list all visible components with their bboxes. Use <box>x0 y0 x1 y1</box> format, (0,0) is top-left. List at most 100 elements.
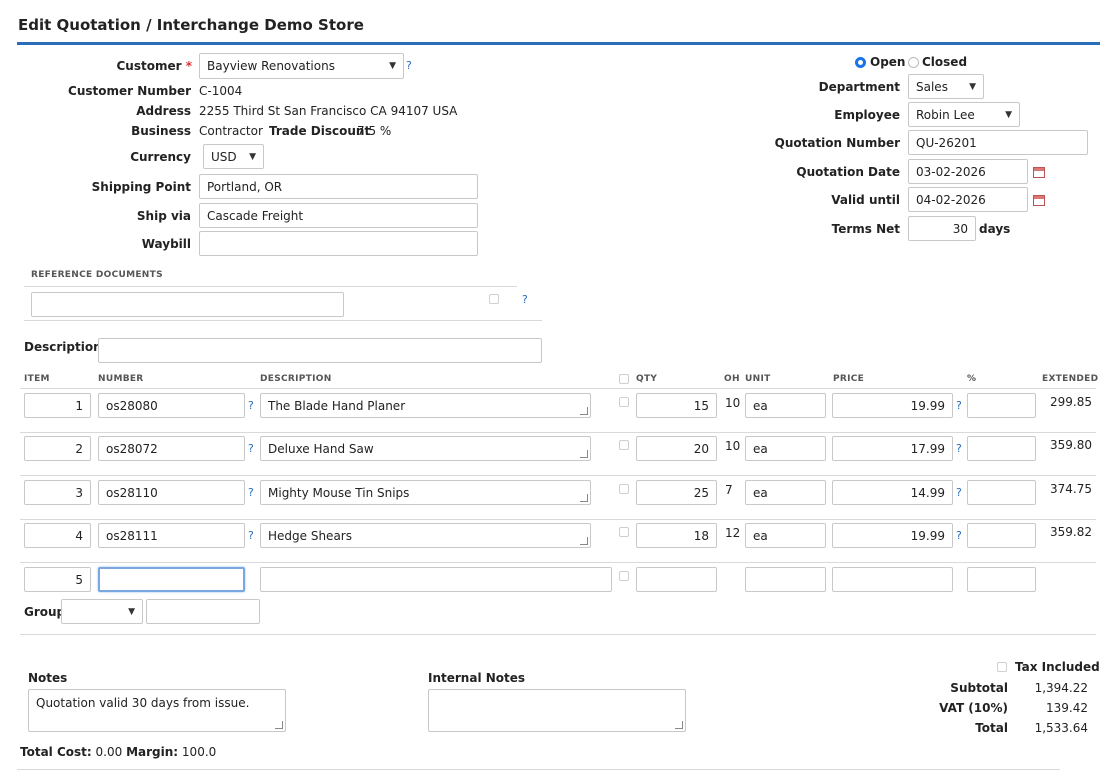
price-input[interactable]: 19.99 <box>832 393 953 418</box>
line-checkbox[interactable] <box>619 527 629 537</box>
reference-checkbox[interactable] <box>489 294 499 304</box>
calendar-icon[interactable] <box>1033 195 1045 206</box>
discount-input[interactable] <box>967 480 1036 505</box>
discount-input[interactable] <box>967 523 1036 548</box>
customer-select[interactable]: Bayview Renovations ▼ <box>199 53 404 79</box>
col-header-percent: % <box>967 374 977 384</box>
new-unit-input[interactable] <box>745 567 826 592</box>
resize-handle-icon[interactable] <box>580 494 588 502</box>
line-checkbox[interactable] <box>619 440 629 450</box>
department-select[interactable]: Sales ▼ <box>908 74 984 99</box>
part-help-link[interactable]: ? <box>248 399 254 412</box>
part-help-link[interactable]: ? <box>248 442 254 455</box>
total-label: Total <box>975 721 1008 735</box>
line-description-input[interactable]: Mighty Mouse Tin Snips <box>260 480 591 505</box>
new-row-checkbox[interactable] <box>619 571 629 581</box>
valid-until-input[interactable]: 04-02-2026 <box>908 187 1028 212</box>
group-label: Group <box>24 605 66 619</box>
employee-select[interactable]: Robin Lee ▼ <box>908 102 1020 127</box>
price-help-link[interactable]: ? <box>956 442 962 455</box>
part-help-link[interactable]: ? <box>248 486 254 499</box>
unit-input[interactable]: ea <box>745 523 826 548</box>
col-header-unit: UNIT <box>745 374 771 384</box>
quotation-number-input[interactable]: QU-26201 <box>908 130 1088 155</box>
qty-input[interactable]: 25 <box>636 480 717 505</box>
calendar-icon[interactable] <box>1033 167 1045 178</box>
line-checkbox[interactable] <box>619 484 629 494</box>
trade-discount-label: Trade Discount <box>269 124 371 138</box>
price-input[interactable]: 17.99 <box>832 436 953 461</box>
item-number-input[interactable]: 3 <box>24 480 91 505</box>
on-hand-value: 12 <box>725 526 741 540</box>
internal-notes-textarea[interactable] <box>428 689 686 732</box>
reference-help-link[interactable]: ? <box>522 293 528 306</box>
line-description-input[interactable]: Deluxe Hand Saw <box>260 436 591 461</box>
margin-label: Margin: <box>126 745 179 759</box>
unit-input[interactable]: ea <box>745 480 826 505</box>
col-header-number: NUMBER <box>98 374 144 384</box>
group-select[interactable]: ▼ <box>61 599 143 624</box>
vat-value: 139.42 <box>1046 701 1088 715</box>
open-radio[interactable] <box>855 57 866 68</box>
resize-handle-icon[interactable] <box>580 450 588 458</box>
terms-net-input[interactable]: 30 <box>908 216 976 241</box>
chevron-down-icon: ▼ <box>389 61 396 71</box>
discount-input[interactable] <box>967 436 1036 461</box>
quotation-date-input[interactable]: 03-02-2026 <box>908 159 1028 184</box>
part-help-link[interactable]: ? <box>248 529 254 542</box>
group-input[interactable] <box>146 599 260 624</box>
item-number-input[interactable]: 4 <box>24 523 91 548</box>
extended-value: 359.82 <box>1050 525 1092 539</box>
currency-select[interactable]: USD ▼ <box>203 144 264 169</box>
resize-handle-icon[interactable] <box>675 721 683 729</box>
item-number-input[interactable]: 1 <box>24 393 91 418</box>
new-price-input[interactable] <box>832 567 953 592</box>
cost-margin-summary: Total Cost: 0.00 Margin: 100.0 <box>20 745 216 759</box>
qty-input[interactable]: 20 <box>636 436 717 461</box>
notes-textarea[interactable]: Quotation valid 30 days from issue. <box>28 689 286 732</box>
on-hand-value: 10 <box>725 396 741 410</box>
part-number-input[interactable]: os28080 <box>98 393 245 418</box>
waybill-input[interactable] <box>199 231 478 256</box>
new-qty-input[interactable] <box>636 567 717 592</box>
line-description-input[interactable]: Hedge Shears <box>260 523 591 548</box>
discount-input[interactable] <box>967 393 1036 418</box>
tax-included-checkbox[interactable] <box>997 662 1007 672</box>
notes-text: Quotation valid 30 days from issue. <box>36 696 250 710</box>
select-all-checkbox[interactable] <box>619 374 629 384</box>
line-description-input[interactable]: The Blade Hand Planer <box>260 393 591 418</box>
closed-radio[interactable] <box>908 57 919 68</box>
col-header-description: DESCRIPTION <box>260 374 332 384</box>
description-input[interactable] <box>98 338 542 363</box>
resize-handle-icon[interactable] <box>580 537 588 545</box>
part-number-input[interactable]: os28111 <box>98 523 245 548</box>
qty-input[interactable]: 18 <box>636 523 717 548</box>
subtotal-label: Subtotal <box>950 681 1008 695</box>
part-number-input[interactable]: os28110 <box>98 480 245 505</box>
new-description-input[interactable] <box>260 567 612 592</box>
part-number-input[interactable]: os28072 <box>98 436 245 461</box>
resize-handle-icon[interactable] <box>580 407 588 415</box>
price-input[interactable]: 19.99 <box>832 523 953 548</box>
item-number-input[interactable]: 2 <box>24 436 91 461</box>
shipping-point-input[interactable]: Portland, OR <box>199 174 478 199</box>
price-help-link[interactable]: ? <box>956 529 962 542</box>
reference-document-input[interactable] <box>31 292 344 317</box>
new-discount-input[interactable] <box>967 567 1036 592</box>
reference-divider <box>24 286 517 287</box>
unit-input[interactable]: ea <box>745 436 826 461</box>
unit-input[interactable]: ea <box>745 393 826 418</box>
price-help-link[interactable]: ? <box>956 486 962 499</box>
price-input[interactable]: 14.99 <box>832 480 953 505</box>
resize-handle-icon[interactable] <box>275 721 283 729</box>
new-part-number-input[interactable] <box>98 567 245 592</box>
reference-documents-header: REFERENCE DOCUMENTS <box>31 270 163 280</box>
ship-via-input[interactable]: Cascade Freight <box>199 203 478 228</box>
extended-value: 374.75 <box>1050 482 1092 496</box>
line-checkbox[interactable] <box>619 397 629 407</box>
customer-help-link[interactable]: ? <box>406 59 412 72</box>
price-help-link[interactable]: ? <box>956 399 962 412</box>
customer-select-value: Bayview Renovations <box>207 59 335 73</box>
new-item-number-input[interactable]: 5 <box>24 567 91 592</box>
qty-input[interactable]: 15 <box>636 393 717 418</box>
